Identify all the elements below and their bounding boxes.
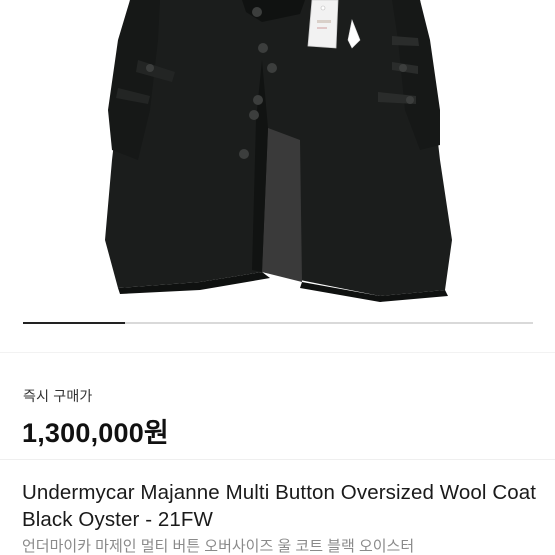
coat-button-icon xyxy=(399,64,407,72)
product-image[interactable] xyxy=(0,0,555,318)
coat-illustration xyxy=(105,0,452,302)
coat-button-icon xyxy=(253,95,263,105)
product-title-korean: 언더마이카 마제인 멀티 버튼 오버사이즈 울 코트 블랙 오이스터 xyxy=(22,538,415,555)
instant-purchase-label: 즉시 구매가 xyxy=(23,388,93,404)
product-detail-page: 즉시 구매가 1,300,000원 Undermycar Majanne Mul… xyxy=(0,0,555,555)
coat-lining xyxy=(262,128,302,282)
coat-button-icon xyxy=(249,110,259,120)
coat-button-icon xyxy=(146,64,154,72)
image-carousel-indicator xyxy=(23,322,533,324)
coat-button-icon xyxy=(258,43,268,53)
coat-button-icon xyxy=(239,149,249,159)
carousel-progress xyxy=(23,322,125,324)
coat-button-icon xyxy=(406,96,414,104)
divider xyxy=(0,352,555,353)
instant-purchase-price: 1,300,000원 xyxy=(22,418,169,448)
coat-button-icon xyxy=(252,7,262,17)
coat-button-icon xyxy=(267,63,277,73)
product-title-english: Undermycar Majanne Multi Button Oversize… xyxy=(22,481,537,531)
divider xyxy=(0,459,555,460)
